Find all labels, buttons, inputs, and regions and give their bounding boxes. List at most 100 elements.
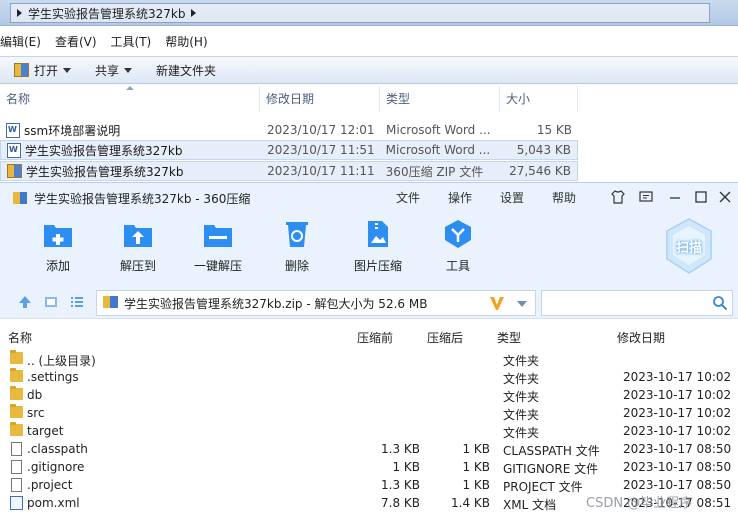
file-row[interactable]: 学生实验报告管理系统327kb 2023/10/17 11:51 Microso… [0, 140, 578, 160]
column-size[interactable]: 大小 [500, 86, 578, 112]
archive-search-input[interactable] [541, 290, 733, 316]
modified-date: 2023-10-17 08:50 [623, 478, 732, 492]
file-name: src [27, 406, 45, 420]
zip-titlebar: 学生实验报告管理系统327kb - 360压缩 文件 操作 设置 帮助 [0, 183, 738, 213]
menu-tools[interactable]: 工具(T) [111, 33, 160, 53]
zip-menu-settings[interactable]: 设置 [500, 189, 524, 206]
packed-size: 7.8 KB [381, 496, 420, 510]
sort-ascending-icon [126, 86, 134, 90]
file-size: 5,043 KB [516, 143, 571, 157]
zip-window: 学生实验报告管理系统327kb - 360压缩 文件 操作 设置 帮助 添加 解… [0, 182, 738, 520]
file-date: 2023/10/17 11:11 [267, 164, 375, 178]
file-type: 文件夹 [503, 372, 540, 386]
file-size: 27,546 KB [509, 164, 571, 178]
table-row[interactable]: .. (上级目录) 文件夹 [0, 350, 738, 369]
breadcrumb-chevron-icon[interactable] [191, 9, 197, 17]
one-click-extract-label: 一键解压 [193, 259, 242, 273]
file-name: pom.xml [27, 496, 80, 510]
open-button[interactable]: 打开 [14, 62, 72, 79]
modified-date: 2023-10-17 10:02 [623, 370, 732, 384]
path-dropdown-icon[interactable] [517, 301, 527, 307]
share-button[interactable]: 共享 [95, 62, 133, 79]
maximize-icon[interactable] [694, 189, 708, 209]
file-icon [11, 442, 22, 456]
add-label: 添加 [45, 259, 70, 273]
file-type: PROJECT 文件 [503, 480, 583, 494]
zip-archive-icon [7, 164, 22, 178]
file-type: Microsoft Word ... [386, 123, 491, 137]
column-date[interactable]: 修改日期 [260, 86, 380, 112]
file-size: 15 KB [536, 123, 572, 137]
file-type: XML 文档 [503, 498, 557, 512]
file-type: 文件夹 [503, 408, 540, 422]
zip-column-header: 名称 压缩前 压缩后 类型 修改日期 [0, 325, 738, 347]
file-name: db [27, 388, 43, 402]
menu-edit[interactable]: 编辑(E) [0, 33, 49, 53]
archive-path-text: 学生实验报告管理系统327kb.zip - 解包大小为 52.6 MB [124, 296, 428, 311]
archive-path-box[interactable]: 学生实验报告管理系统327kb.zip - 解包大小为 52.6 MB [96, 290, 536, 316]
folder-icon [10, 386, 23, 400]
table-row[interactable]: target 文件夹 2023-10-17 10:02 [0, 422, 738, 441]
zip-menu-file[interactable]: 文件 [396, 189, 420, 206]
vip-v-icon[interactable] [489, 295, 505, 314]
table-row[interactable]: .classpath 1.3 KB 1 KB CLASSPATH 文件 2023-10-… [0, 441, 738, 459]
file-name: .settings [27, 370, 79, 384]
explorer-window: 学生实验报告管理系统327kb 编辑(E) 查看(V) 工具(T) 帮助(H) … [0, 0, 738, 182]
file-type: Microsoft Word ... [385, 143, 491, 157]
delete-button[interactable]: 删除 [262, 219, 332, 274]
file-name: ssm环境部署说明 [24, 123, 121, 138]
explorer-address-bar: 学生实验报告管理系统327kb [0, 0, 738, 26]
table-row[interactable]: .settings 文件夹 2023-10-17 10:02 [0, 368, 738, 387]
file-type: 文件夹 [503, 390, 540, 404]
file-row[interactable]: 学生实验报告管理系统327kb 2023/10/17 11:11 360压缩 Z… [0, 161, 578, 181]
address-path-box[interactable]: 学生实验报告管理系统327kb [10, 3, 710, 23]
explorer-toolbar: 打开 共享 新建文件夹 [0, 56, 738, 84]
one-click-extract-button[interactable]: 一键解压 [183, 219, 253, 274]
file-row[interactable]: ssm环境部署说明 2023/10/17 12:01 Microsoft Wor… [0, 120, 578, 140]
xml-file-icon [10, 496, 23, 510]
image-compress-button[interactable]: 图片压缩 [343, 219, 413, 274]
add-button[interactable]: 添加 [23, 219, 93, 274]
file-date: 2023/10/17 12:01 [267, 123, 375, 137]
close-icon[interactable] [718, 189, 732, 209]
tools-button[interactable]: 工具 [423, 219, 493, 274]
new-folder-button[interactable]: 新建文件夹 [156, 62, 216, 79]
file-name: .. (上级目录) [27, 354, 96, 368]
file-icon [11, 478, 22, 492]
scan-button[interactable]: 扫描 [664, 217, 714, 275]
table-row[interactable]: src 文件夹 2023-10-17 10:02 [0, 404, 738, 423]
column-name[interactable]: 名称 [8, 329, 32, 346]
modified-date: 2023-10-17 10:02 [623, 406, 732, 420]
skin-shirt-icon[interactable] [610, 189, 626, 209]
extract-to-button[interactable]: 解压到 [103, 219, 173, 274]
column-type[interactable]: 类型 [497, 329, 521, 346]
image-compress-icon [362, 219, 394, 249]
delete-label: 删除 [284, 259, 309, 273]
menu-help[interactable]: 帮助(H) [165, 33, 215, 53]
zip-menu-operate[interactable]: 操作 [448, 189, 472, 206]
table-row[interactable]: db 文件夹 2023-10-17 10:02 [0, 386, 738, 405]
column-packed-size[interactable]: 压缩前 [357, 329, 393, 346]
up-arrow-icon[interactable] [18, 295, 32, 312]
column-compressed-size[interactable]: 压缩后 [427, 329, 463, 346]
breadcrumb-chevron-icon[interactable] [17, 9, 22, 17]
compressed-size: 1 KB [462, 460, 490, 474]
explorer-menubar: 编辑(E) 查看(V) 工具(T) 帮助(H) [0, 33, 222, 53]
search-icon[interactable] [712, 295, 728, 314]
file-date: 2023/10/17 11:51 [267, 143, 375, 157]
breadcrumb-folder[interactable]: 学生实验报告管理系统327kb [28, 5, 185, 22]
watermark-text: CSDN @毕业程序 [586, 496, 693, 511]
compressed-size: 1.4 KB [451, 496, 490, 510]
list-view-icon[interactable] [70, 295, 84, 312]
feedback-message-icon[interactable] [638, 189, 654, 209]
compressed-size: 1 KB [462, 442, 490, 456]
table-row[interactable]: .gitignore 1 KB 1 KB GITIGNORE 文件 2023-10-17… [0, 459, 738, 477]
zip-menu-help[interactable]: 帮助 [552, 189, 576, 206]
file-name: target [27, 424, 64, 438]
minimize-icon[interactable] [668, 189, 682, 209]
menu-view[interactable]: 查看(V) [55, 33, 105, 53]
column-modified-date[interactable]: 修改日期 [617, 329, 665, 346]
thumbnail-view-icon[interactable] [44, 295, 58, 312]
tools-shield-icon [442, 219, 474, 249]
column-type[interactable]: 类型 [380, 86, 500, 112]
